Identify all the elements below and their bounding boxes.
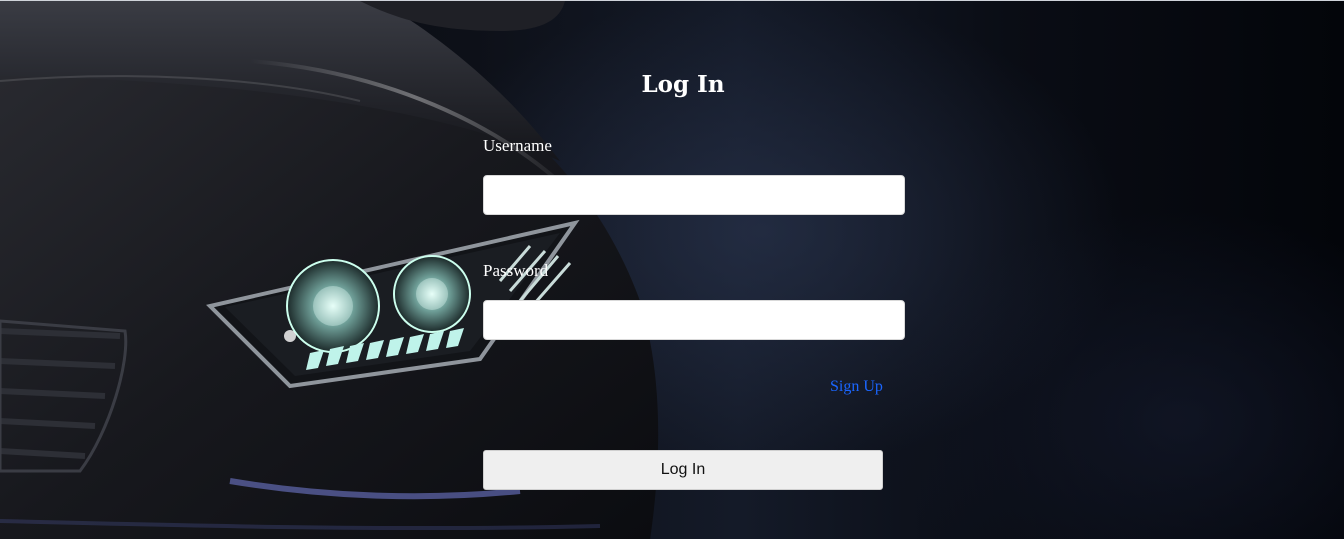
- login-page: Log In Username Password Sign Up Log In: [0, 0, 1344, 539]
- password-label: Password: [483, 261, 549, 280]
- username-label: Username: [483, 136, 552, 155]
- page-title: Log In: [641, 71, 725, 98]
- sign-up-link[interactable]: Sign Up: [830, 378, 883, 396]
- login-button[interactable]: Log In: [483, 450, 883, 490]
- username-input[interactable]: [483, 175, 905, 215]
- password-input[interactable]: [483, 300, 905, 340]
